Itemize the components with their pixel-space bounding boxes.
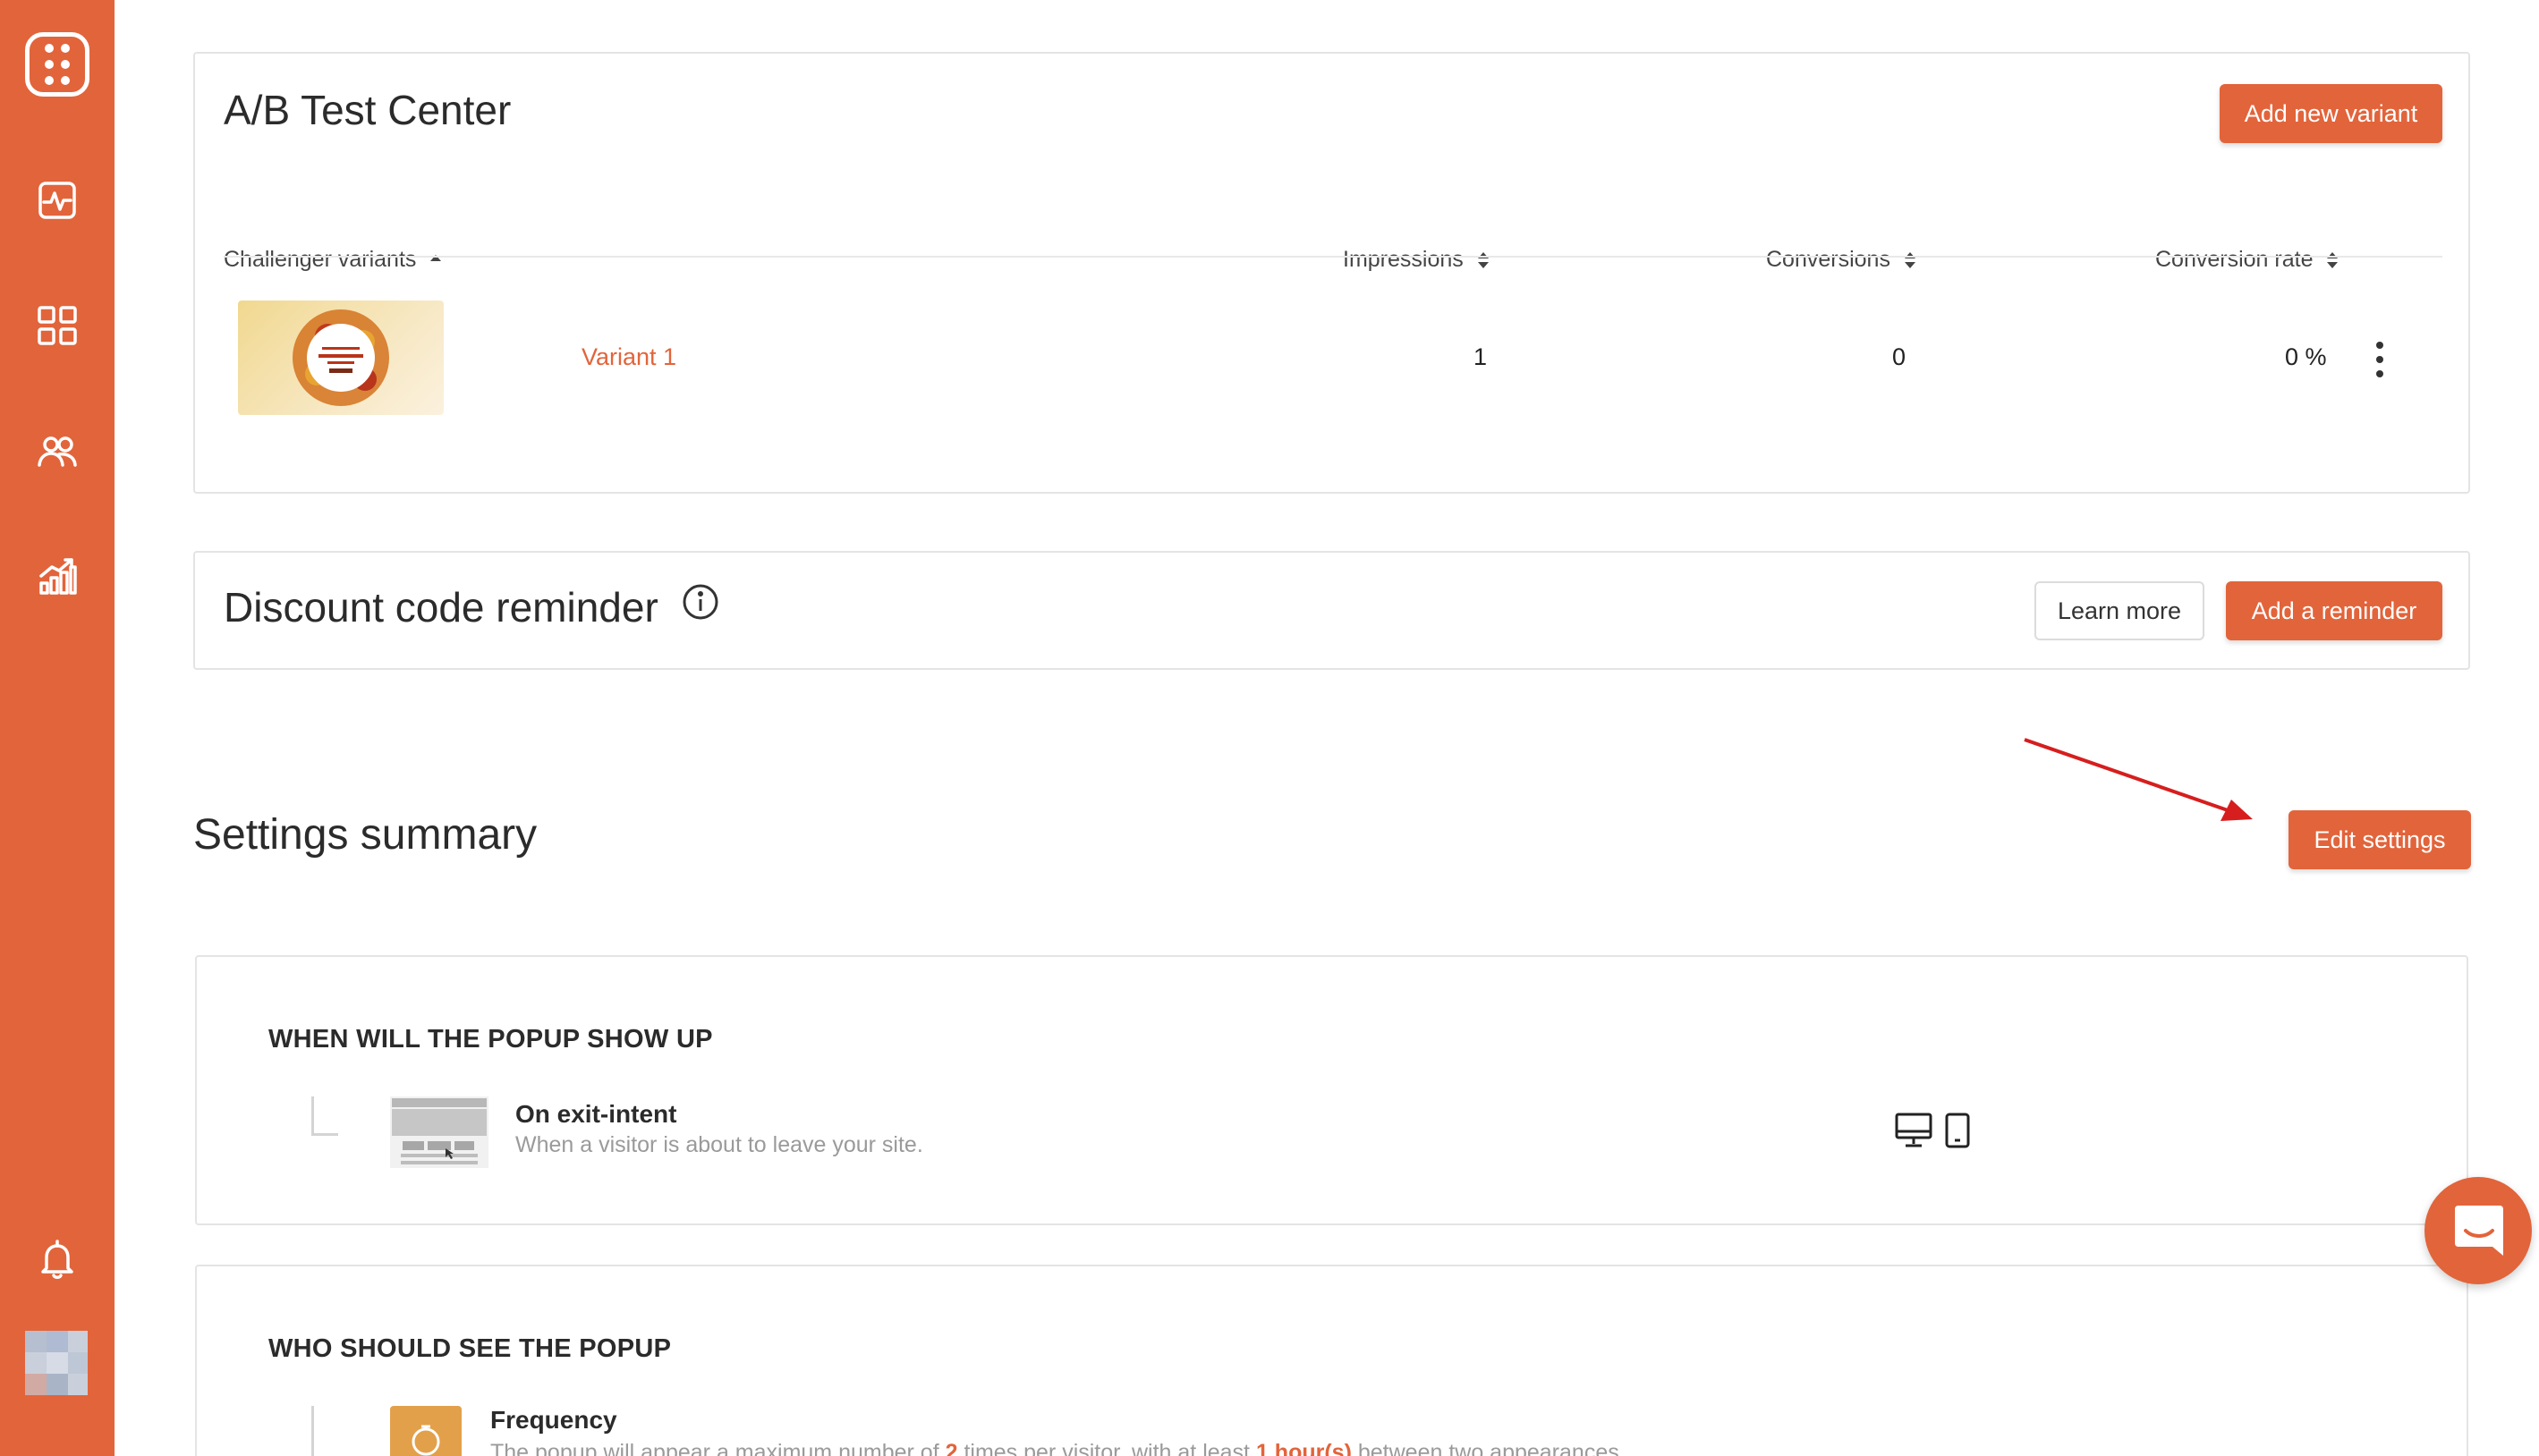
ab-test-title: A/B Test Center	[224, 87, 512, 133]
when-popup-card: WHEN WILL THE POPUP SHOW UP On exit-inte…	[195, 955, 2468, 1225]
ab-test-center-card: A/B Test Center Add new variant Challeng…	[193, 52, 2470, 494]
settings-summary-title: Settings summary	[193, 811, 538, 859]
campaigns-grid-icon[interactable]	[36, 304, 79, 347]
desktop-icon	[1895, 1113, 1932, 1148]
add-new-variant-button[interactable]: Add new variant	[2220, 84, 2442, 143]
chat-icon	[2455, 1206, 2503, 1256]
variant-name-link[interactable]: Variant 1	[582, 343, 676, 371]
chat-launcher-button[interactable]	[2424, 1177, 2532, 1284]
row-more-options-icon[interactable]	[2369, 340, 2390, 379]
conversion-rate-value: 0 %	[2285, 343, 2327, 370]
frequency-description: The popup will appear a maximum number o…	[490, 1440, 1626, 1456]
discount-reminder-title: Discount code reminder	[224, 584, 658, 631]
sort-icon	[1477, 252, 1489, 269]
exit-intent-title: On exit-intent	[515, 1100, 677, 1128]
column-header-conversions[interactable]: Conversions	[1766, 247, 1916, 273]
sort-asc-icon	[430, 255, 442, 262]
notifications-bell-icon[interactable]	[36, 1238, 79, 1281]
variant-thumbnail[interactable]	[238, 301, 444, 415]
info-icon[interactable]	[682, 583, 719, 621]
impressions-value: 1	[1473, 343, 1488, 370]
edit-settings-button[interactable]: Edit settings	[2288, 810, 2471, 869]
analytics-chart-icon[interactable]	[36, 554, 79, 597]
user-avatar[interactable]	[25, 1331, 88, 1395]
tree-connector	[311, 1406, 314, 1456]
audience-users-icon[interactable]	[36, 429, 79, 472]
who-popup-card: WHO SHOULD SEE THE POPUP Frequency The p…	[195, 1265, 2468, 1456]
dashboard-pulse-icon[interactable]	[36, 179, 79, 222]
annotation-arrow-icon	[2024, 738, 2253, 821]
exit-intent-description: When a visitor is about to leave your si…	[515, 1132, 923, 1157]
exit-intent-illustration-icon	[390, 1096, 488, 1168]
frequency-title: Frequency	[490, 1406, 617, 1434]
app-logo-icon[interactable]	[25, 32, 89, 97]
table-divider	[224, 256, 2442, 258]
column-header-variants[interactable]: Challenger variants	[224, 247, 442, 273]
conversions-value: 0	[1892, 343, 1906, 370]
discount-reminder-card: Discount code reminder Learn more Add a …	[193, 551, 2470, 670]
sort-icon	[1904, 252, 1915, 269]
sidebar	[0, 0, 115, 1456]
page: A/B Test Center Add new variant Challeng…	[0, 0, 2539, 1456]
who-section-heading: WHO SHOULD SEE THE POPUP	[268, 1334, 672, 1363]
add-reminder-button[interactable]: Add a reminder	[2226, 581, 2442, 640]
tree-connector	[311, 1096, 338, 1136]
learn-more-button[interactable]: Learn more	[2034, 581, 2204, 640]
column-header-conversion-rate[interactable]: Conversion rate	[2155, 247, 2339, 273]
when-section-heading: WHEN WILL THE POPUP SHOW UP	[268, 1025, 713, 1054]
frequency-counter-icon	[390, 1406, 462, 1456]
mobile-icon	[1945, 1113, 1970, 1148]
column-header-impressions[interactable]: Impressions	[1343, 247, 1490, 273]
sort-icon	[2327, 252, 2339, 269]
